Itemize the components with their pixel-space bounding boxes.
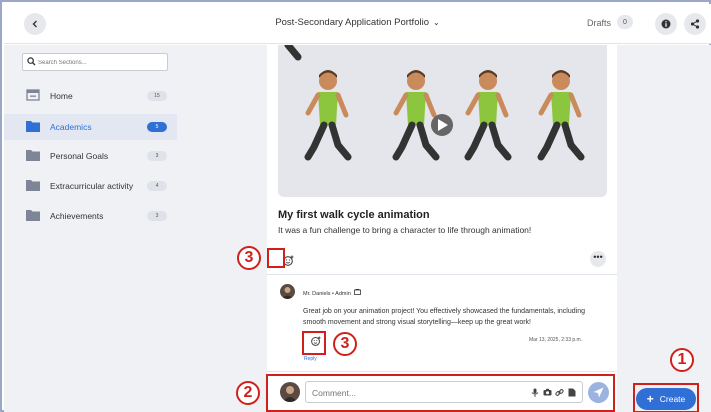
drafts-count-badge: 0 bbox=[617, 15, 633, 29]
portfolio-title: Post-Secondary Application Portfolio bbox=[275, 17, 429, 28]
search-icon bbox=[27, 57, 36, 66]
sidebar-item-count: 5 bbox=[147, 122, 167, 132]
post-card: My first walk cycle animation It was a f… bbox=[267, 45, 617, 412]
info-button[interactable] bbox=[655, 13, 677, 35]
highlight-create-button bbox=[633, 383, 699, 412]
commenter-avatar bbox=[280, 284, 295, 299]
sidebar-item-count: 4 bbox=[147, 181, 167, 191]
info-icon bbox=[661, 19, 671, 29]
annotation-number: 3 bbox=[333, 332, 357, 356]
drafts-label[interactable]: Drafts bbox=[587, 18, 611, 28]
comment-timestamp: Mar 13, 2025, 2:33 p.m. bbox=[529, 337, 583, 343]
sidebar-item-label: Achievements bbox=[50, 211, 104, 221]
ellipsis-icon: ••• bbox=[593, 252, 603, 262]
share-button[interactable] bbox=[684, 13, 706, 35]
home-icon bbox=[26, 89, 40, 101]
sidebar-item-label: Personal Goals bbox=[50, 151, 109, 161]
folder-icon bbox=[26, 121, 40, 132]
highlight-comment-reaction bbox=[302, 331, 326, 355]
sidebar-item-extracurricular-activity[interactable]: Extracurricular activity 4 bbox=[4, 173, 177, 199]
search-box[interactable] bbox=[22, 53, 168, 71]
sidebar-item-achievements[interactable]: Achievements 3 bbox=[4, 203, 177, 229]
comment-text: Great job on your animation project! You… bbox=[303, 308, 585, 326]
post-title: My first walk cycle animation bbox=[278, 209, 430, 221]
sidebar-item-personal-goals[interactable]: Personal Goals 3 bbox=[4, 143, 177, 169]
video-thumbnail[interactable] bbox=[278, 45, 607, 197]
admin-badge-icon bbox=[353, 288, 361, 297]
post-description: It was a fun challenge to bring a charac… bbox=[278, 225, 532, 235]
top-bar: Post-Secondary Application Portfolio ⌄ Dr… bbox=[4, 4, 711, 44]
annotation-number: 1 bbox=[670, 348, 694, 372]
main-content: My first walk cycle animation It was a f… bbox=[177, 45, 711, 412]
play-icon[interactable] bbox=[431, 114, 453, 136]
sidebar-item-count: 15 bbox=[147, 91, 167, 101]
walk-cycle-illustration bbox=[284, 45, 607, 197]
folder-icon bbox=[26, 180, 40, 191]
folder-icon bbox=[26, 210, 40, 221]
app-window: Post-Secondary Application Portfolio ⌄ Dr… bbox=[0, 0, 711, 412]
sidebar-item-label: Academics bbox=[50, 122, 92, 132]
sections-sidebar: Home 15 Academics 5 Personal Goals 3 Ext… bbox=[4, 45, 177, 412]
comment-author: Mr. Daniels • Admin bbox=[303, 288, 361, 297]
share-icon bbox=[690, 19, 700, 29]
sidebar-item-label: Home bbox=[50, 91, 73, 101]
right-gutter bbox=[617, 45, 711, 412]
annotation-number: 3 bbox=[237, 246, 261, 270]
chevron-down-icon: ⌄ bbox=[432, 18, 440, 27]
annotation-number: 2 bbox=[236, 381, 260, 405]
comment-author-name: Mr. Daniels • Admin bbox=[303, 291, 351, 297]
search-input[interactable] bbox=[38, 56, 164, 69]
highlight-comment-composer bbox=[266, 374, 615, 412]
sidebar-item-label: Extracurricular activity bbox=[50, 181, 134, 191]
folder-icon bbox=[26, 150, 40, 161]
highlight-post-reaction bbox=[267, 248, 285, 268]
sidebar-item-academics[interactable]: Academics 5 bbox=[4, 114, 177, 140]
sidebar-item-count: 3 bbox=[147, 211, 167, 221]
left-gutter bbox=[177, 45, 267, 412]
reply-link[interactable]: Reply bbox=[304, 356, 317, 362]
more-options-button[interactable]: ••• bbox=[590, 251, 606, 267]
divider bbox=[267, 274, 617, 275]
sidebar-item-count: 3 bbox=[147, 151, 167, 161]
sidebar-item-home[interactable]: Home 15 bbox=[4, 83, 177, 109]
